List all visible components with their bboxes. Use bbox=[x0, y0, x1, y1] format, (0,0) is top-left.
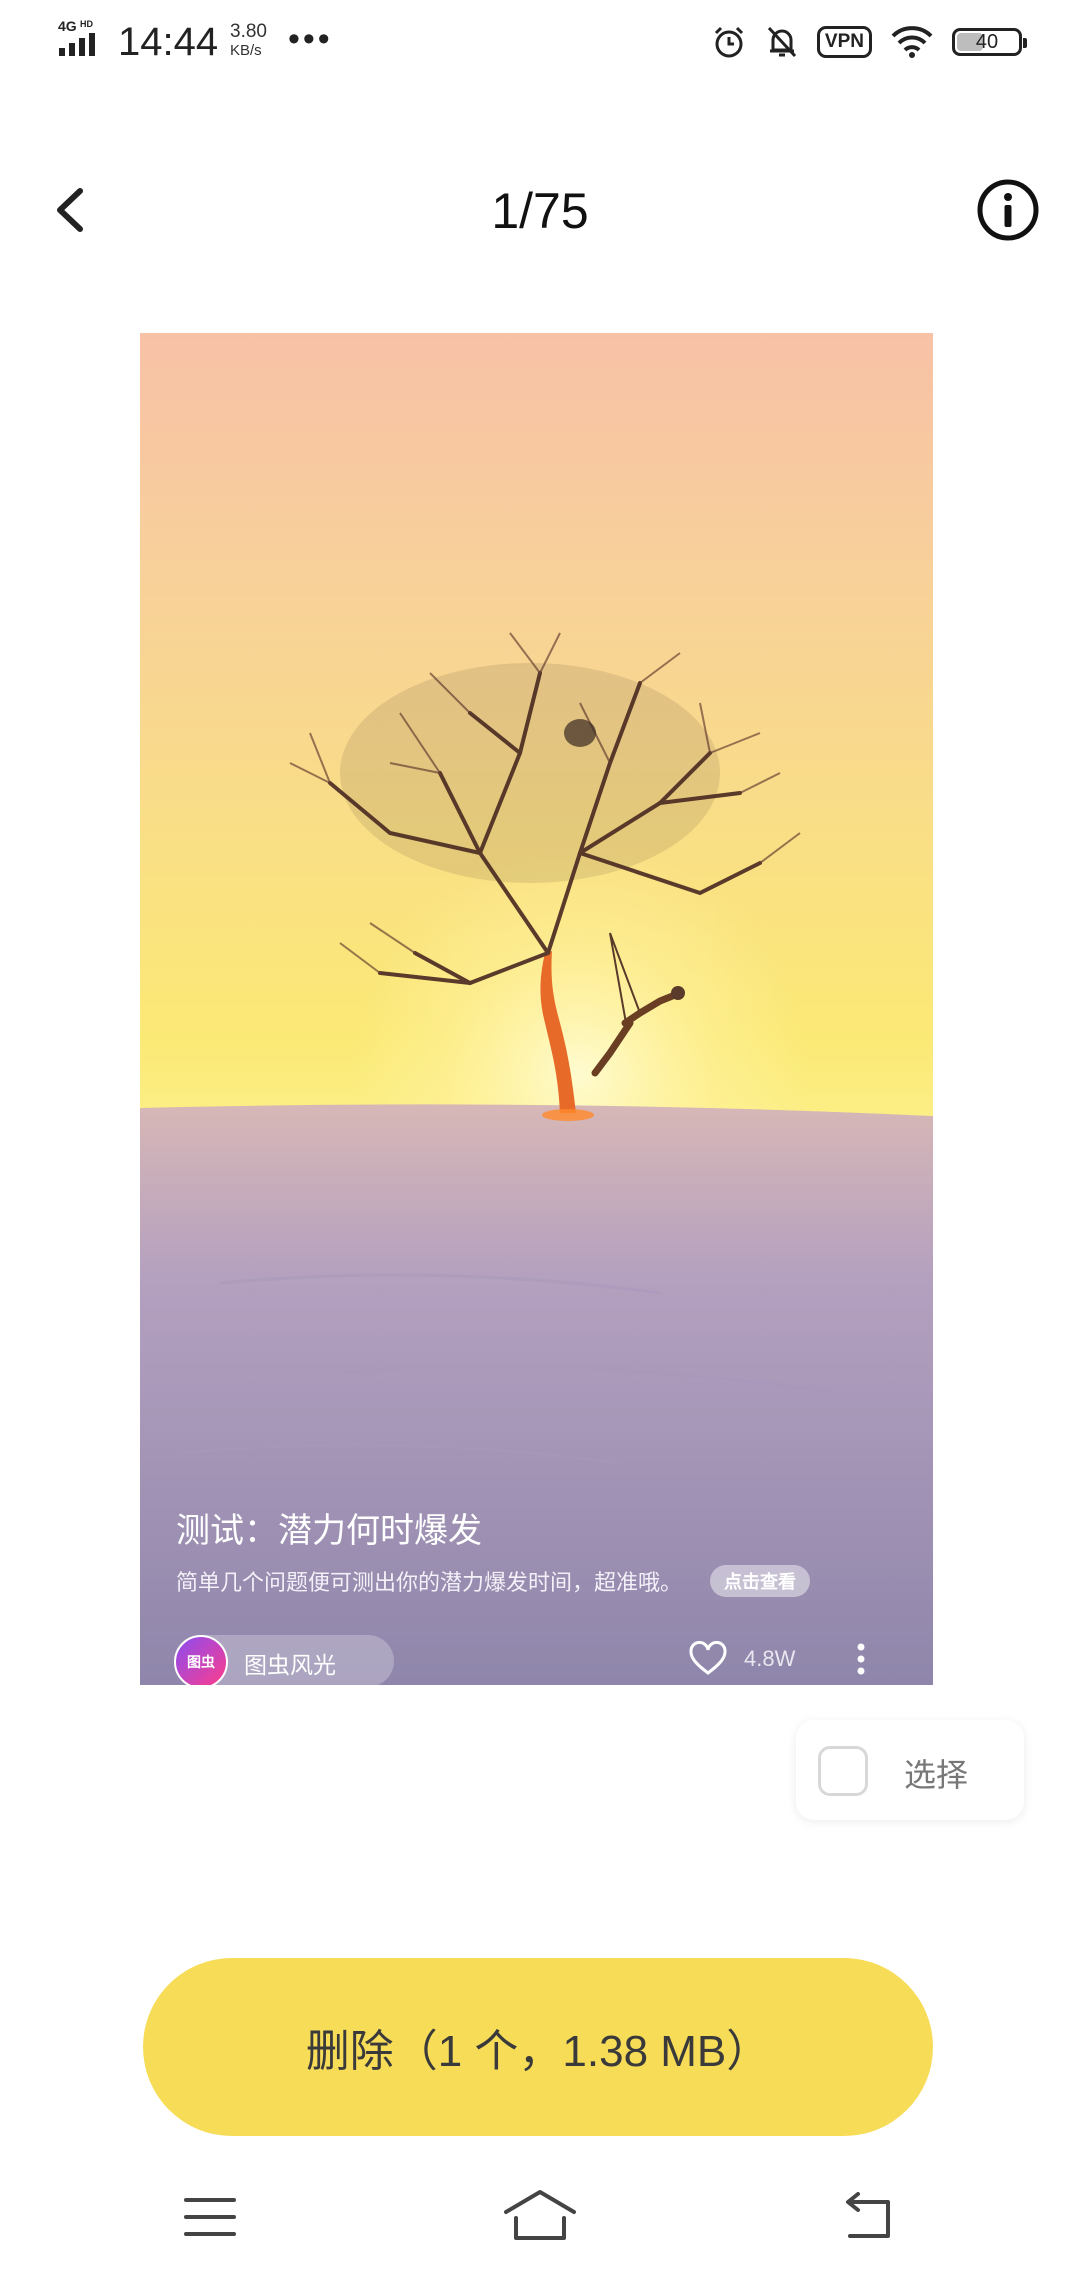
select-label: 选择 bbox=[904, 1757, 969, 1793]
status-bar: 4G HD 14:44 3.80 KB/s ••• VPN 40 bbox=[0, 0, 1080, 84]
landscape-photo bbox=[140, 632, 933, 1685]
speed-unit: KB/s bbox=[230, 42, 262, 59]
info-circle-icon bbox=[977, 179, 1039, 241]
vpn-icon: VPN bbox=[816, 26, 872, 58]
more-notifications-icon: ••• bbox=[288, 20, 333, 58]
card-description: 简单几个问题便可测出你的潜力爆发时间，超准哦。 bbox=[176, 1570, 683, 1595]
heart-icon bbox=[689, 1641, 727, 1675]
navigation-bar bbox=[0, 2160, 1080, 2280]
info-button[interactable] bbox=[976, 178, 1040, 242]
image-preview[interactable]: 测试：潜力何时爆发 简单几个问题便可测出你的潜力爆发时间，超准哦。 点击查看 图… bbox=[140, 333, 933, 1685]
cellular-signal-icon: 4G HD bbox=[58, 18, 95, 56]
avatar: 图虫 bbox=[174, 1635, 228, 1685]
back-icon[interactable] bbox=[838, 2188, 898, 2242]
wifi-icon bbox=[890, 25, 934, 59]
svg-text:4G: 4G bbox=[58, 18, 77, 34]
more-vertical-icon[interactable] bbox=[846, 1639, 876, 1679]
top-bar: 1/75 bbox=[0, 160, 1080, 260]
like-button[interactable]: 4.8W bbox=[688, 1641, 795, 1677]
status-icons: VPN 40 bbox=[711, 22, 1027, 62]
svg-text:HD: HD bbox=[80, 19, 93, 29]
delete-button[interactable]: 删除（1 个，1.38 MB） bbox=[143, 1958, 933, 2136]
speed-value: 3.80 bbox=[230, 21, 267, 42]
author-chip[interactable]: 图虫 图虫风光 bbox=[174, 1635, 394, 1685]
view-button[interactable]: 点击查看 bbox=[710, 1565, 810, 1597]
home-icon[interactable] bbox=[500, 2186, 580, 2246]
network-speed: 3.80 KB/s bbox=[230, 22, 267, 60]
card-title: 测试：潜力何时爆发 bbox=[176, 1512, 482, 1550]
battery-icon: 40 bbox=[952, 28, 1027, 56]
page-counter: 1/75 bbox=[491, 183, 589, 239]
like-count: 4.8W bbox=[744, 1646, 796, 1671]
author-name: 图虫风光 bbox=[244, 1652, 336, 1678]
clock: 14:44 bbox=[118, 20, 219, 64]
select-checkbox[interactable] bbox=[818, 1746, 868, 1796]
select-toggle[interactable]: 选择 bbox=[796, 1720, 1024, 1820]
mute-bell-icon bbox=[765, 24, 799, 60]
battery-level: 40 bbox=[975, 31, 999, 53]
alarm-icon bbox=[711, 24, 747, 60]
menu-icon[interactable] bbox=[182, 2192, 238, 2242]
